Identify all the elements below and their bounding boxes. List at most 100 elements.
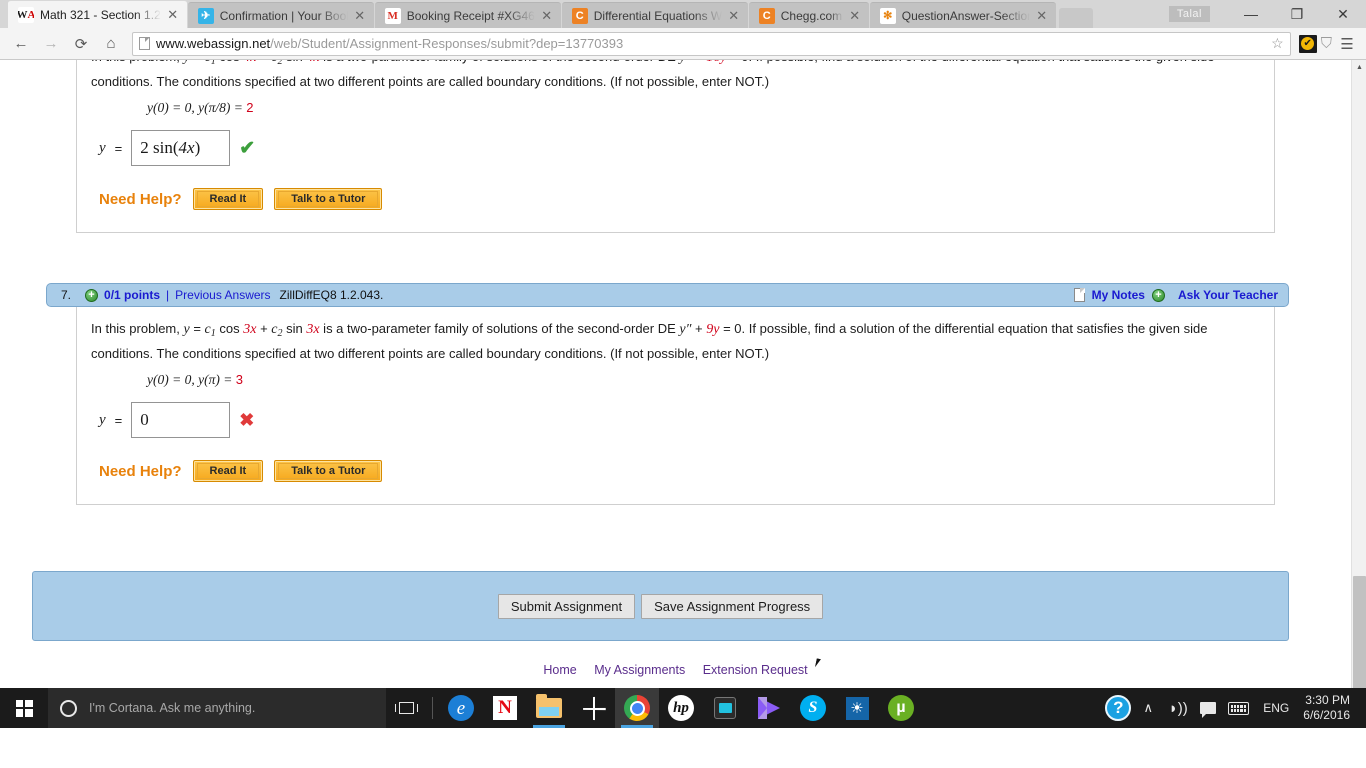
taskbar-netflix-button[interactable]: N (483, 688, 527, 728)
browser-tab-5[interactable]: ✻ QuestionAnswer-Section ✕ (869, 2, 1056, 28)
question-7-header: 7. + 0/1 points | Previous Answers ZillD… (46, 283, 1289, 307)
browser-tab-0[interactable]: WA Math 321 - Section 1.2 ✕ (8, 0, 187, 28)
checkmark-extension-icon[interactable]: ✔ (1298, 34, 1317, 53)
clock[interactable]: 3:30 PM 6/6/2016 (1299, 693, 1360, 723)
home-link[interactable]: Home (543, 663, 576, 677)
start-button[interactable] (0, 688, 48, 728)
new-tab-button[interactable] (1058, 8, 1093, 28)
touch-keyboard-button[interactable] (1223, 688, 1253, 728)
taskbar-store-button[interactable] (571, 688, 615, 728)
page-info-icon[interactable] (139, 37, 150, 50)
action-center-button[interactable] (1193, 688, 1223, 728)
taskbar-hp-button[interactable]: hp (659, 688, 703, 728)
q7-de-coef: 9y (706, 322, 720, 337)
q6-eq: = (190, 60, 205, 64)
minimize-button[interactable]: — (1228, 0, 1274, 28)
tab-title: QuestionAnswer-Section (901, 8, 1030, 23)
expand-plus-icon[interactable]: + (85, 288, 99, 302)
show-hidden-icons-button[interactable]: ∧ (1133, 688, 1163, 728)
question-7-number: 7. (61, 288, 72, 302)
profile-name-chip[interactable]: Talal (1168, 6, 1210, 22)
scroll-up-icon[interactable]: ▲ (1352, 60, 1366, 75)
q6-read-it-button[interactable]: Read It (192, 188, 264, 210)
browser-tab-3[interactable]: C Differential Equations Wi ✕ (561, 2, 748, 28)
my-assignments-link[interactable]: My Assignments (594, 663, 685, 677)
bookmark-star-icon[interactable]: ☆ (1271, 35, 1284, 52)
chrome-menu-icon[interactable]: ☰ (1336, 35, 1358, 53)
submit-assignment-button[interactable]: Submit Assignment (497, 593, 636, 619)
question-6-need-help: Need Help? Read It Talk to a Tutor (99, 188, 1260, 210)
q6-condition-value: 2 (246, 100, 254, 115)
close-icon[interactable]: ✕ (354, 9, 366, 22)
tab-title: Booking Receipt #XG46X (406, 8, 535, 23)
network-tray-button[interactable]: ◗)) (1163, 688, 1193, 728)
chegg-icon: C (758, 7, 775, 24)
task-view-button[interactable] (386, 688, 426, 728)
taskbar-utorrent-button[interactable]: µ (879, 688, 923, 728)
close-window-button[interactable]: ✕ (1320, 0, 1366, 28)
window-controls: Talal — ❐ ✕ (1168, 0, 1366, 28)
taskbar-file-explorer-button[interactable] (527, 688, 571, 728)
ask-teacher-plus-icon[interactable]: + (1151, 288, 1165, 302)
language-indicator[interactable]: ENG (1253, 701, 1299, 715)
page-scrollbar[interactable]: ▲ ▼ (1351, 60, 1366, 728)
q7-answer-input[interactable]: 0 (131, 402, 231, 438)
q6-de-coef: 16y (706, 60, 726, 65)
taskbar-chrome-button[interactable] (615, 688, 659, 728)
notes-page-icon[interactable] (1073, 288, 1085, 302)
chegg-icon: C (571, 7, 588, 24)
q7-cos: cos (215, 321, 244, 336)
maximize-button[interactable]: ❐ (1274, 0, 1320, 28)
forward-button[interactable]: → (38, 31, 64, 57)
close-icon[interactable]: ✕ (541, 9, 553, 22)
reload-button[interactable]: ⟳ (68, 31, 94, 57)
my-notes-link[interactable]: My Notes (1092, 288, 1145, 302)
taskbar-media-player-button[interactable] (747, 688, 791, 728)
q6-text-1: In this problem, (91, 60, 184, 64)
shield-extension-icon[interactable]: ⛉ (1321, 35, 1332, 52)
q7-coef-a: 3x (243, 322, 257, 337)
browser-tab-4[interactable]: C Chegg.com ✕ (748, 2, 869, 28)
footer-links: Home My Assignments Extension Request (16, 658, 1335, 677)
q7-coef-b: 3x (306, 322, 320, 337)
ask-your-teacher-link[interactable]: Ask Your Teacher (1178, 288, 1278, 302)
taskbar-camera-button[interactable] (703, 688, 747, 728)
tab-title: Chegg.com (780, 8, 843, 23)
previous-answers-link[interactable]: Previous Answers (175, 288, 270, 302)
extension-request-link[interactable]: Extension Request (703, 663, 808, 677)
read-it-label: Read It (196, 463, 260, 479)
skype-icon: S (800, 695, 826, 721)
back-button[interactable]: ← (8, 31, 34, 57)
q6-de-plus: + (691, 60, 706, 64)
help-tray-button[interactable]: ? (1103, 688, 1133, 728)
close-icon[interactable]: ✕ (1036, 9, 1048, 22)
close-icon[interactable]: ✕ (849, 9, 861, 22)
q7-read-it-button[interactable]: Read It (192, 460, 264, 482)
q7-talk-to-tutor-button[interactable]: Talk to a Tutor (274, 460, 383, 482)
save-assignment-progress-button[interactable]: Save Assignment Progress (641, 593, 824, 619)
taskbar-brightness-button[interactable]: ☀ (835, 688, 879, 728)
taskbar-skype-button[interactable]: S (791, 688, 835, 728)
q7-de-y: y″ (679, 322, 692, 337)
address-bar[interactable]: www.webassign.net/web/Student/Assignment… (132, 31, 1291, 56)
read-it-label: Read It (196, 191, 260, 207)
utorrent-icon: µ (888, 695, 914, 721)
q6-cos: cos (216, 60, 243, 64)
q6-answer-input[interactable]: 2 sin(4x) (131, 130, 231, 166)
taskbar-edge-button[interactable]: e (439, 688, 483, 728)
q6-correct-icon: ✔ (239, 137, 256, 159)
close-icon[interactable]: ✕ (728, 9, 740, 22)
browser-tab-2[interactable]: M Booking Receipt #XG46X ✕ (374, 2, 561, 28)
airplane-icon: ✈ (197, 7, 214, 24)
browser-tab-1[interactable]: ✈ Confirmation | Your Book ✕ (187, 2, 374, 28)
q7-answer-label: y (99, 411, 106, 428)
q7-plus: + (256, 321, 272, 336)
cortana-search-box[interactable]: I'm Cortana. Ask me anything. (48, 688, 386, 728)
url-host: www.webassign.net (156, 36, 271, 51)
q6-talk-to-tutor-button[interactable]: Talk to a Tutor (274, 188, 383, 210)
q6-de-y: y″ (679, 60, 691, 65)
home-button[interactable]: ⌂ (98, 31, 124, 57)
url-path: /web/Student/Assignment-Responses/submit… (270, 36, 624, 51)
close-icon[interactable]: ✕ (167, 8, 179, 21)
need-help-label: Need Help? (99, 190, 182, 208)
